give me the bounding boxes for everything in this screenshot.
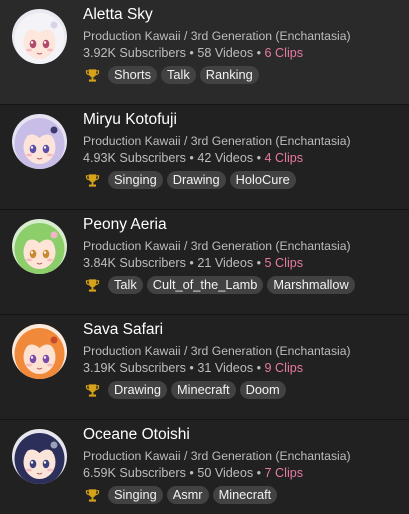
topic-tag[interactable]: Minecraft — [170, 381, 236, 399]
trophy-icon[interactable] — [84, 487, 100, 503]
channel-list: Aletta Sky Production Kawaii / 3rd Genera… — [0, 0, 409, 514]
channel-organization: Production Kawaii / 3rd Generation (Ench… — [83, 449, 351, 463]
subscriber-count: 3.92K Subscribers — [83, 46, 186, 60]
video-count: 42 Videos — [197, 151, 254, 165]
channel-avatar[interactable] — [12, 114, 67, 169]
topic-tag[interactable]: Singing — [108, 171, 163, 189]
channel-stats: 4.93K Subscribers • 42 Videos • 4 Clips — [83, 151, 303, 165]
channel-card[interactable]: Oceane Otoishi Production Kawaii / 3rd Ge… — [0, 420, 409, 514]
trophy-icon[interactable] — [84, 382, 100, 398]
video-count: 50 Videos — [197, 466, 254, 480]
topic-tag[interactable]: Drawing — [166, 171, 226, 189]
subscriber-count: 3.84K Subscribers — [83, 256, 186, 270]
channel-organization: Production Kawaii / 3rd Generation (Ench… — [83, 239, 351, 253]
topic-tag[interactable]: Cult_of_the_Lamb — [146, 276, 264, 294]
channel-name[interactable]: Miryu Kotofuji — [83, 111, 177, 129]
channel-name[interactable]: Sava Safari — [83, 321, 163, 339]
stats-separator: • — [185, 256, 198, 270]
topic-tag[interactable]: Minecraft — [212, 486, 278, 504]
channel-card[interactable]: Miryu Kotofuji Production Kawaii / 3rd Ge… — [0, 105, 409, 210]
topic-tag[interactable]: Shorts — [108, 66, 157, 84]
channel-organization: Production Kawaii / 3rd Generation (Ench… — [83, 134, 351, 148]
channel-stats: 3.92K Subscribers • 58 Videos • 6 Clips — [83, 46, 303, 60]
channel-stats: 6.59K Subscribers • 50 Videos • 7 Clips — [83, 466, 303, 480]
video-count: 31 Videos — [197, 361, 254, 375]
trophy-icon[interactable] — [84, 67, 100, 83]
topic-tags: Drawing Minecraft Doom — [84, 381, 286, 399]
clip-count-link[interactable]: 9 Clips — [265, 361, 304, 375]
stats-separator: • — [253, 361, 265, 375]
trophy-icon[interactable] — [84, 277, 100, 293]
video-count: 21 Videos — [197, 256, 254, 270]
topic-tags: Shorts Talk Ranking — [84, 66, 259, 84]
channel-organization: Production Kawaii / 3rd Generation (Ench… — [83, 344, 351, 358]
stats-separator: • — [185, 151, 198, 165]
channel-avatar[interactable] — [12, 219, 67, 274]
topic-tag[interactable]: Doom — [239, 381, 286, 399]
topic-tags: Singing Asmr Minecraft — [84, 486, 278, 504]
stats-separator: • — [253, 151, 265, 165]
video-count: 58 Videos — [197, 46, 254, 60]
topic-tag[interactable]: Ranking — [199, 66, 259, 84]
channel-avatar[interactable] — [12, 9, 67, 64]
stats-separator: • — [185, 361, 198, 375]
stats-separator: • — [185, 466, 198, 480]
channel-organization: Production Kawaii / 3rd Generation (Ench… — [83, 29, 351, 43]
clip-count-link[interactable]: 4 Clips — [265, 151, 304, 165]
subscriber-count: 3.19K Subscribers — [83, 361, 186, 375]
channel-card[interactable]: Aletta Sky Production Kawaii / 3rd Genera… — [0, 0, 409, 105]
subscriber-count: 6.59K Subscribers — [83, 466, 186, 480]
channel-avatar[interactable] — [12, 324, 67, 379]
stats-separator: • — [185, 46, 198, 60]
topic-tag[interactable]: Singing — [108, 486, 163, 504]
stats-separator: • — [253, 256, 265, 270]
channel-avatar[interactable] — [12, 429, 67, 484]
topic-tag[interactable]: Marshmallow — [267, 276, 355, 294]
clip-count-link[interactable]: 5 Clips — [265, 256, 304, 270]
channel-name[interactable]: Oceane Otoishi — [83, 426, 190, 444]
channel-card[interactable]: Peony Aeria Production Kawaii / 3rd Gener… — [0, 210, 409, 315]
clip-count-link[interactable]: 6 Clips — [265, 46, 304, 60]
channel-stats: 3.19K Subscribers • 31 Videos • 9 Clips — [83, 361, 303, 375]
topic-tags: Talk Cult_of_the_Lamb Marshmallow — [84, 276, 355, 294]
stats-separator: • — [253, 466, 265, 480]
channel-name[interactable]: Aletta Sky — [83, 6, 153, 24]
topic-tag[interactable]: HoloCure — [229, 171, 296, 189]
topic-tag[interactable]: Drawing — [108, 381, 167, 399]
channel-card[interactable]: Sava Safari Production Kawaii / 3rd Gener… — [0, 315, 409, 420]
trophy-icon[interactable] — [84, 172, 100, 188]
subscriber-count: 4.93K Subscribers — [83, 151, 186, 165]
stats-separator: • — [253, 46, 265, 60]
topic-tag[interactable]: Talk — [161, 66, 196, 84]
channel-stats: 3.84K Subscribers • 21 Videos • 5 Clips — [83, 256, 303, 270]
topic-tags: Singing Drawing HoloCure — [84, 171, 296, 189]
channel-name[interactable]: Peony Aeria — [83, 216, 167, 234]
clip-count-link[interactable]: 7 Clips — [265, 466, 304, 480]
topic-tag[interactable]: Talk — [108, 276, 143, 294]
topic-tag[interactable]: Asmr — [166, 486, 209, 504]
